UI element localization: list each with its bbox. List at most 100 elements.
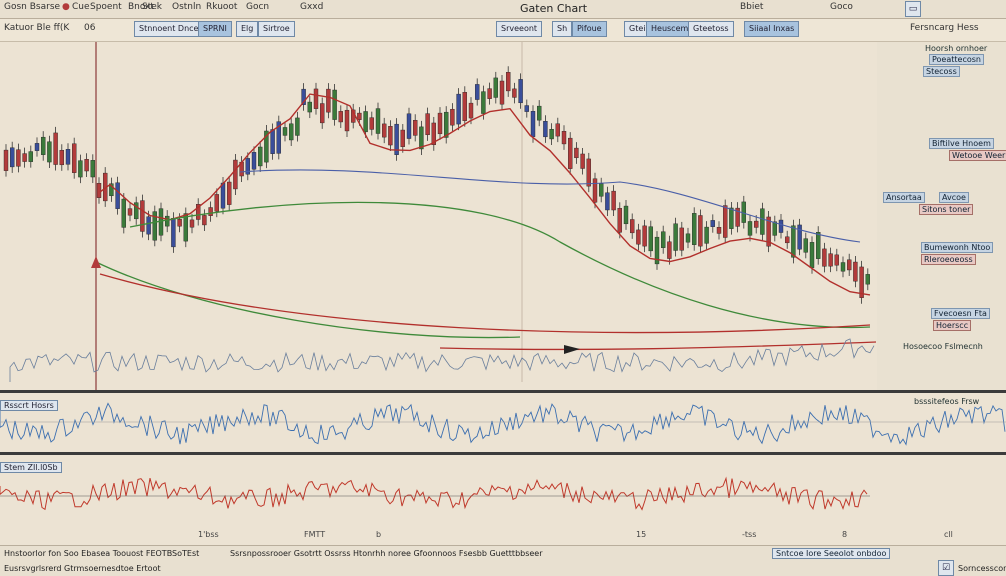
panel-tag-2[interactable]: Biftilve Hnoem <box>929 138 994 149</box>
window-title: Gaten Chart <box>520 2 588 15</box>
panel-tag-5[interactable]: Avcoe <box>939 192 969 203</box>
pane2-right-label: bsssitefeos Frsw <box>914 397 980 406</box>
candle <box>22 153 27 162</box>
candle <box>183 213 189 242</box>
menu-item-1[interactable]: Cue <box>72 2 90 12</box>
toolbar-button-1[interactable]: SPRNI <box>198 21 232 37</box>
candle <box>295 117 300 136</box>
toolbar-button-10[interactable]: Siiaal Inxas <box>744 21 800 37</box>
menu-item-4[interactable]: Stek <box>142 2 162 12</box>
checkbox-icon[interactable]: ☑ <box>938 560 954 576</box>
candle <box>661 231 666 248</box>
candle <box>716 227 722 234</box>
candle <box>382 123 387 138</box>
candle <box>419 126 424 150</box>
panel-tag-7[interactable]: Bumewonh Ntoo <box>921 242 994 253</box>
oscillator-blue[interactable] <box>0 394 1006 452</box>
candle <box>96 183 102 198</box>
candle <box>642 225 647 247</box>
toolbar-button-5[interactable]: Sh <box>552 21 573 37</box>
candle <box>121 198 127 228</box>
pane-separator-2[interactable] <box>0 452 1006 455</box>
pane-separator-1[interactable] <box>0 390 1006 393</box>
status-right-button[interactable]: Sntcoe Iore Seeolot onbdoo <box>772 548 891 559</box>
candle <box>679 227 684 251</box>
candle <box>289 123 294 141</box>
oscillator-red[interactable] <box>0 456 1006 544</box>
candle <box>375 108 381 134</box>
candle <box>65 149 71 165</box>
candle <box>605 192 610 211</box>
candle <box>34 143 40 151</box>
candle <box>9 147 15 168</box>
menu-item-8[interactable]: Gxxd <box>300 2 323 12</box>
candle <box>685 233 691 243</box>
panel-tag-3[interactable]: Wetooe Weer <box>949 150 1006 161</box>
panel-tag-0[interactable]: Poeattecosn <box>929 54 984 65</box>
candle <box>865 274 870 285</box>
candle <box>611 190 616 211</box>
menu-item-10[interactable]: Goco <box>830 2 853 12</box>
candle <box>803 238 808 253</box>
arrow-right-icon <box>564 345 580 354</box>
panel-tag-9[interactable]: Fvecoesn Fta <box>931 308 990 319</box>
candle <box>425 113 430 136</box>
toolbar-button-3[interactable]: Sirtroe <box>258 21 295 37</box>
panel-tag-1[interactable]: Stecoss <box>923 66 960 77</box>
candle <box>778 219 784 233</box>
candle <box>673 223 678 251</box>
menu-item-2[interactable]: Spoent <box>90 2 122 12</box>
menu-item-6[interactable]: Rkuoot <box>206 2 237 12</box>
toolbar-button-9[interactable]: Gteetoss <box>688 21 734 37</box>
candle <box>797 224 802 250</box>
candle <box>164 215 170 227</box>
panel-tag-8[interactable]: Rleroeoeoss <box>921 254 976 265</box>
panel-tag-6[interactable]: Sitons toner <box>919 204 974 215</box>
candle <box>623 205 629 225</box>
status-left: Hnstoorlor fon Soo Ebasea Toouost FEOTBS… <box>4 549 200 558</box>
volume-line <box>9 338 875 382</box>
menu-item-7[interactable]: Gocn <box>246 2 269 12</box>
menu-item-9[interactable]: Bbiet <box>740 2 763 12</box>
candle <box>537 105 542 121</box>
candle <box>760 208 765 235</box>
candle <box>599 183 604 197</box>
signal-line <box>439 341 876 351</box>
candle <box>158 208 164 236</box>
candle <box>561 131 567 145</box>
menu-item-0[interactable]: Gosn Bsarse <box>4 2 60 12</box>
candle <box>177 219 182 227</box>
candle <box>307 101 312 113</box>
candle <box>568 137 573 169</box>
candle <box>171 218 176 248</box>
candle <box>723 205 728 238</box>
panel-tag-4[interactable]: Ansortaa <box>883 192 925 203</box>
pane2-label: Rsscrt Hosrs <box>0 400 58 411</box>
candle <box>648 226 653 252</box>
window-control-icon[interactable]: ▭ <box>905 1 921 17</box>
toolbar-button-6[interactable]: Pifoue <box>572 21 607 37</box>
toolbar-button-2[interactable]: Elg <box>236 21 259 37</box>
candle <box>357 112 362 120</box>
moving-average-green <box>129 201 871 329</box>
candle <box>450 108 455 126</box>
toolbar-button-4[interactable]: Srveeont <box>496 21 543 37</box>
panel-tag-10[interactable]: Hoerscc <box>933 320 972 331</box>
candle <box>518 79 523 104</box>
candle <box>78 160 83 178</box>
indicator-label: Hosoecoo Fslmecnh <box>903 342 983 351</box>
candle <box>437 112 443 135</box>
candle <box>16 149 21 167</box>
candle <box>822 248 827 267</box>
axis-tick-6: cll <box>944 530 953 539</box>
toolbar-button-0[interactable]: Stnnoent Dnce <box>134 21 204 37</box>
status-corner: Sorncesscon <box>958 564 1006 573</box>
right-panel: Hoorsh ornhoer Poeattecosn Stecoss Bifti… <box>877 42 1006 390</box>
candle <box>809 242 815 268</box>
candle <box>754 220 759 228</box>
candle <box>90 160 96 178</box>
price-chart[interactable] <box>0 42 876 390</box>
toolbar-button-8[interactable]: Heuscem <box>646 21 694 37</box>
status-center: Ssrsnpossrooer Gsotrtt Ossrss Htonrhh no… <box>230 549 543 558</box>
menu-item-5[interactable]: Ostnln <box>172 2 201 12</box>
